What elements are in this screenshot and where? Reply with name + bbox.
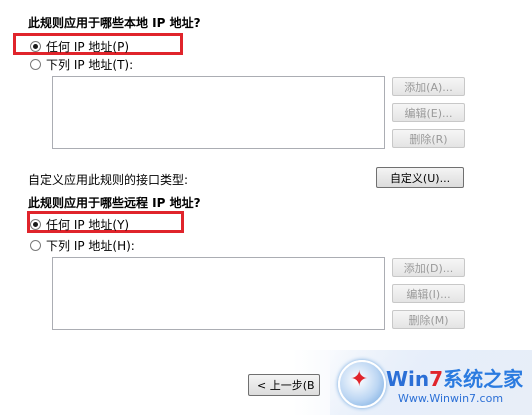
- local-remove-button[interactable]: 删除(R): [392, 129, 465, 148]
- remote-add-button[interactable]: 添加(D)...: [392, 258, 465, 277]
- watermark-logo-mark-icon: ✦: [350, 367, 369, 392]
- remote-edit-button[interactable]: 编辑(I)...: [392, 284, 465, 303]
- local-edit-button[interactable]: 编辑(E)...: [392, 103, 465, 122]
- radio-unchecked-icon[interactable]: [30, 59, 41, 70]
- interface-type-label: 自定义应用此规则的接口类型:: [28, 173, 189, 187]
- remote-ip-heading: 此规则应用于哪些远程 IP 地址?: [28, 196, 201, 210]
- local-ip-listbox[interactable]: [52, 76, 385, 149]
- remote-remove-button[interactable]: 删除(M): [392, 310, 465, 329]
- remote-any-ip-label: 任何 IP 地址(Y): [46, 218, 130, 232]
- radio-checked-icon[interactable]: [30, 41, 41, 52]
- remote-any-ip-radio-row[interactable]: 任何 IP 地址(Y): [30, 216, 129, 233]
- remote-ip-listbox[interactable]: [52, 257, 385, 330]
- local-add-button[interactable]: 添加(A)...: [392, 77, 465, 96]
- back-button[interactable]: < 上一步(B: [248, 374, 320, 396]
- watermark-brand-win: Win: [386, 367, 430, 391]
- local-any-ip-label: 任何 IP 地址(P): [46, 40, 130, 54]
- local-list-ip-radio-row[interactable]: 下列 IP 地址(T):: [30, 56, 133, 73]
- watermark-brand-seven: 7: [429, 367, 444, 391]
- watermark-brand-cn: 系统之家: [443, 367, 524, 391]
- remote-list-ip-label: 下列 IP 地址(H):: [46, 239, 135, 253]
- customize-button[interactable]: 自定义(U)...: [376, 167, 464, 188]
- radio-unchecked-icon[interactable]: [30, 240, 41, 251]
- radio-checked-icon[interactable]: [30, 219, 41, 230]
- watermark-site-url: Www.Winwin7.com: [398, 392, 504, 405]
- local-ip-heading: 此规则应用于哪些本地 IP 地址?: [28, 16, 201, 30]
- local-list-ip-label: 下列 IP 地址(T):: [46, 58, 134, 72]
- watermark-brand: Win7系统之家: [386, 363, 523, 392]
- remote-list-ip-radio-row[interactable]: 下列 IP 地址(H):: [30, 237, 135, 254]
- local-any-ip-radio-row[interactable]: 任何 IP 地址(P): [30, 38, 129, 55]
